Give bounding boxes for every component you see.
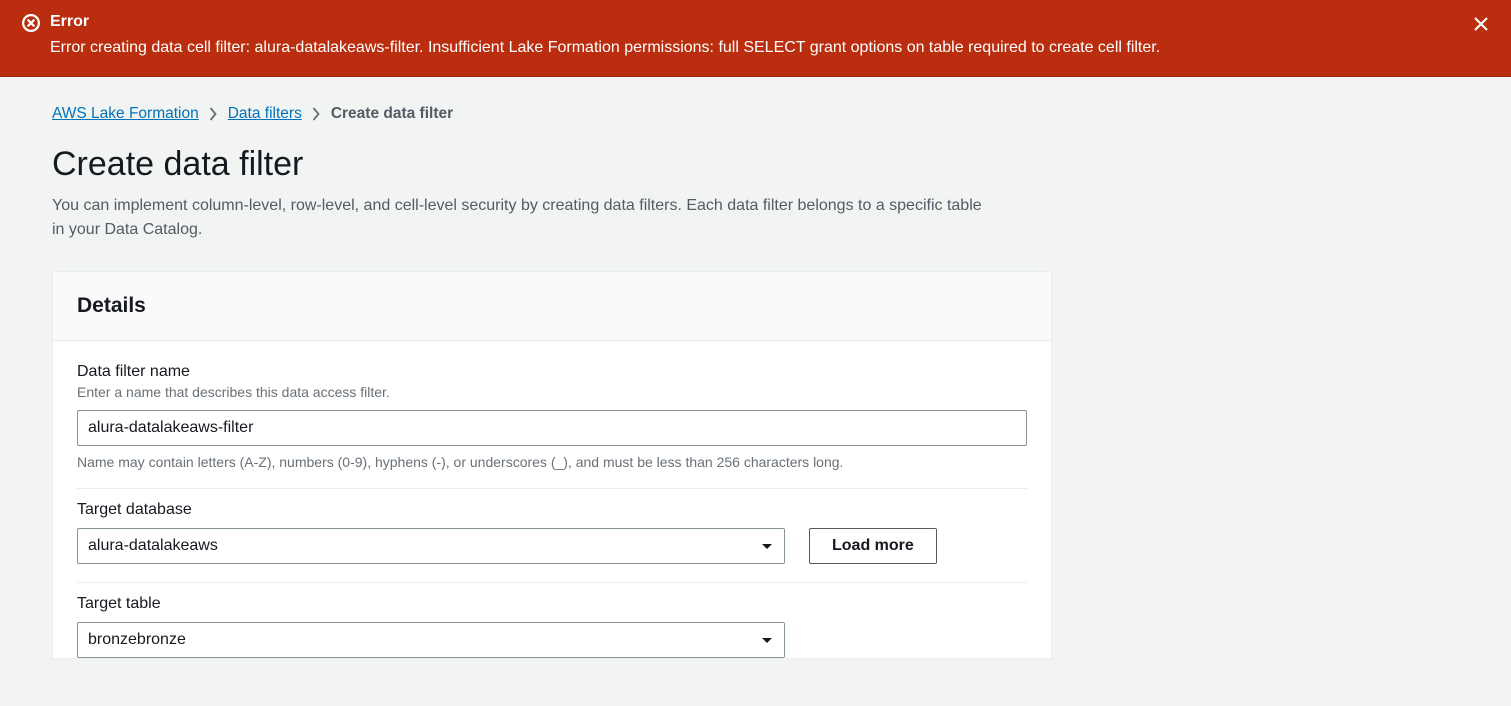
details-panel: Details Data filter name Enter a name th…	[52, 271, 1052, 659]
field-label-table: Target table	[77, 595, 1027, 613]
data-filter-name-input[interactable]	[77, 410, 1027, 446]
error-icon	[22, 14, 40, 35]
chevron-right-icon	[209, 107, 218, 121]
target-table-select[interactable]: bronzebronze	[77, 622, 785, 658]
breadcrumb: AWS Lake Formation Data filters Create d…	[52, 105, 1459, 123]
breadcrumb-link-data-filters[interactable]: Data filters	[228, 105, 302, 123]
field-label-name: Data filter name	[77, 363, 1027, 381]
field-target-table: Target table bronzebronze	[77, 595, 1027, 658]
breadcrumb-current: Create data filter	[331, 105, 453, 123]
field-hint-name: Enter a name that describes this data ac…	[77, 384, 1027, 400]
error-message: Error creating data cell filter: alura-d…	[50, 37, 1453, 59]
page-description: You can implement column-level, row-leve…	[52, 194, 992, 244]
field-data-filter-name: Data filter name Enter a name that descr…	[77, 363, 1027, 489]
breadcrumb-link-root[interactable]: AWS Lake Formation	[52, 105, 199, 123]
chevron-right-icon	[312, 107, 321, 121]
error-banner: Error Error creating data cell filter: a…	[0, 0, 1511, 77]
error-title: Error	[50, 12, 1453, 31]
field-help-name: Name may contain letters (A-Z), numbers …	[77, 454, 1027, 470]
panel-header: Details	[53, 272, 1051, 341]
close-icon[interactable]	[1469, 12, 1493, 39]
panel-title: Details	[77, 294, 1027, 318]
field-target-database: Target database alura-datalakeaws Load m…	[77, 501, 1027, 583]
load-more-button[interactable]: Load more	[809, 528, 937, 564]
field-label-database: Target database	[77, 501, 1027, 519]
page-title: Create data filter	[52, 145, 1459, 184]
target-database-select[interactable]: alura-datalakeaws	[77, 528, 785, 564]
